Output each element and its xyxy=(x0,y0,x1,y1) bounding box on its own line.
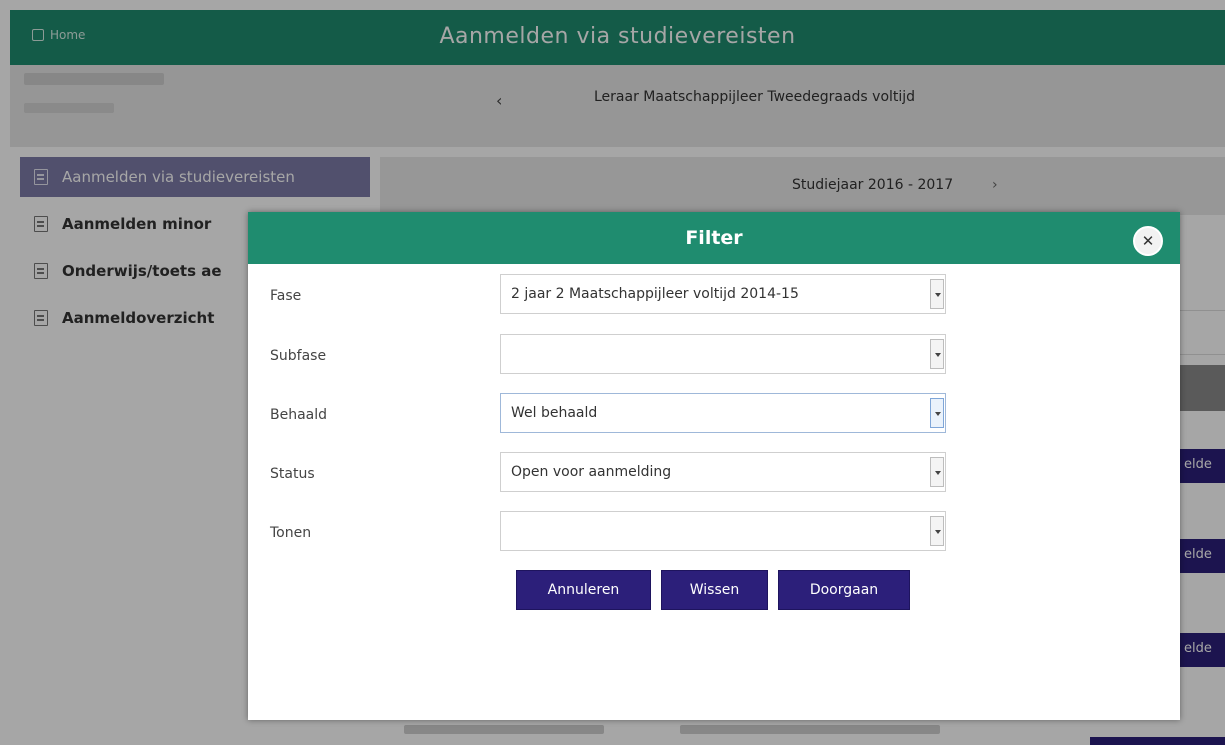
cancel-button[interactable]: Annuleren xyxy=(516,570,651,610)
behaald-value: Wel behaald xyxy=(511,405,598,421)
behaald-select[interactable]: Wel behaald xyxy=(500,393,946,433)
close-icon[interactable]: ✕ xyxy=(1133,226,1163,256)
subfase-select[interactable] xyxy=(500,334,946,374)
field-label-tonen: Tonen xyxy=(270,525,312,541)
chevron-down-icon[interactable] xyxy=(930,279,944,309)
chevron-down-icon[interactable] xyxy=(930,339,944,369)
fase-value: 2 jaar 2 Maatschappijleer voltijd 2014-1… xyxy=(511,286,799,302)
field-label-status: Status xyxy=(270,466,315,482)
continue-button[interactable]: Doorgaan xyxy=(778,570,910,610)
field-label-behaald: Behaald xyxy=(270,407,328,423)
chevron-down-icon[interactable] xyxy=(930,516,944,546)
filter-dialog: Filter ✕ Fase 2 jaar 2 Maatschappijleer … xyxy=(248,212,1180,720)
tonen-select[interactable] xyxy=(500,511,946,551)
clear-button[interactable]: Wissen xyxy=(661,570,768,610)
dialog-title: Filter xyxy=(685,227,743,249)
status-select[interactable]: Open voor aanmelding xyxy=(500,452,946,492)
dialog-header: Filter ✕ xyxy=(248,212,1180,264)
chevron-down-icon[interactable] xyxy=(930,398,944,428)
chevron-down-icon[interactable] xyxy=(930,457,944,487)
status-value: Open voor aanmelding xyxy=(511,464,672,480)
field-label-subfase: Subfase xyxy=(270,348,327,364)
fase-select[interactable]: 2 jaar 2 Maatschappijleer voltijd 2014-1… xyxy=(500,274,946,314)
app-window: Home Aanmelden via studievereisten ‹ Ler… xyxy=(0,0,1225,745)
field-label-fase: Fase xyxy=(270,288,302,304)
